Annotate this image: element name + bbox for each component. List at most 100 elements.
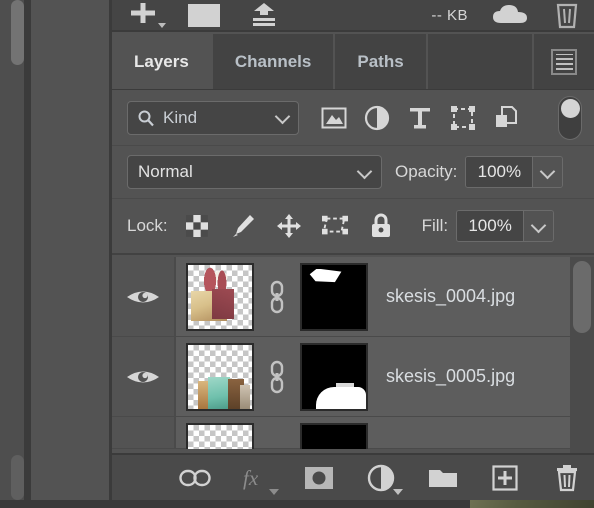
document-scrollbar-thumb[interactable] bbox=[11, 0, 24, 65]
filter-type-buttons bbox=[321, 105, 519, 131]
thumbnail-artwork-edge bbox=[240, 384, 250, 409]
eye-icon bbox=[127, 371, 159, 382]
layers-list[interactable]: skesis_0004.jpg skesis_0005.jpg bbox=[112, 257, 594, 453]
layer-mask-thumbnail[interactable] bbox=[300, 342, 368, 411]
layer-row-body[interactable]: skesis_0004.jpg bbox=[176, 257, 594, 336]
tab-paths[interactable]: Paths bbox=[335, 34, 428, 89]
mask-shape-highlight bbox=[336, 382, 354, 389]
mask-link-icon[interactable] bbox=[266, 357, 288, 397]
link-icon bbox=[179, 469, 211, 486]
lock-row: Lock: Fill: 100% bbox=[112, 199, 594, 255]
layer-thumbnail[interactable] bbox=[186, 262, 254, 331]
thumbnail-artwork-center bbox=[208, 376, 230, 409]
opacity-field[interactable]: 100% bbox=[465, 156, 564, 188]
layer-visibility-toggle[interactable] bbox=[112, 337, 176, 416]
layers-list-scrollbar-thumb[interactable] bbox=[573, 261, 591, 333]
blend-mode-value: Normal bbox=[138, 162, 193, 181]
library-swatch-button[interactable] bbox=[174, 0, 234, 31]
table-row[interactable]: skesis_0004.jpg bbox=[112, 257, 594, 337]
layer-name[interactable]: skesis_0004.jpg bbox=[380, 286, 515, 307]
tab-bar-filler bbox=[427, 34, 534, 89]
fill-slider-dropdown[interactable] bbox=[523, 211, 554, 241]
panel-menu-button[interactable] bbox=[534, 34, 594, 89]
svg-text:fx: fx bbox=[243, 466, 259, 490]
layer-row-body[interactable] bbox=[176, 417, 594, 449]
square-swatch-icon bbox=[188, 3, 220, 27]
cloud-icon bbox=[493, 5, 527, 23]
lock-position-icon[interactable] bbox=[276, 213, 302, 239]
lock-image-pixels-icon[interactable] bbox=[230, 213, 256, 239]
chevron-down-icon bbox=[393, 488, 403, 495]
toggle-knob bbox=[560, 98, 580, 118]
document-scrollbar-thumb-secondary[interactable] bbox=[11, 455, 24, 500]
fx-icon: fx bbox=[243, 466, 259, 490]
layers-list-scrollbar[interactable] bbox=[570, 257, 594, 453]
filter-type-layers-icon[interactable] bbox=[407, 105, 433, 131]
layer-name[interactable]: skesis_0005.jpg bbox=[380, 366, 515, 387]
upload-to-library-button[interactable] bbox=[234, 0, 294, 31]
filter-pixel-layers-icon[interactable] bbox=[321, 105, 347, 131]
layer-thumbnail[interactable] bbox=[186, 423, 254, 449]
new-group-button[interactable] bbox=[426, 461, 460, 495]
eye-icon bbox=[127, 291, 159, 302]
filter-shape-layers-icon[interactable] bbox=[450, 105, 476, 131]
library-delete-button[interactable] bbox=[540, 0, 594, 31]
fill-value[interactable]: 100% bbox=[457, 211, 524, 241]
layer-visibility-toggle[interactable] bbox=[112, 257, 176, 336]
layer-style-button[interactable]: fx bbox=[240, 461, 279, 495]
adjacent-empty-panel bbox=[31, 0, 109, 500]
plus-icon bbox=[131, 3, 155, 23]
delete-layer-button[interactable] bbox=[550, 461, 584, 495]
filter-adjustment-layers-icon[interactable] bbox=[364, 105, 390, 131]
folder-icon bbox=[429, 469, 457, 487]
layer-visibility-toggle[interactable] bbox=[112, 417, 176, 448]
blend-mode-select[interactable]: Normal bbox=[127, 155, 382, 189]
lock-transparent-pixels-icon[interactable] bbox=[184, 213, 210, 239]
table-row[interactable]: skesis_0005.jpg bbox=[112, 337, 594, 417]
mask-icon bbox=[305, 466, 333, 489]
opacity-label: Opacity: bbox=[395, 162, 458, 181]
fill-field[interactable]: 100% bbox=[456, 210, 555, 242]
adjustment-icon bbox=[367, 464, 395, 491]
layer-row-body[interactable]: skesis_0005.jpg bbox=[176, 337, 594, 416]
tab-layers[interactable]: Layers bbox=[112, 34, 213, 89]
new-adjustment-layer-button[interactable] bbox=[364, 461, 403, 495]
hamburger-menu-icon bbox=[551, 48, 577, 75]
libraries-mini-toolbar: -- KB bbox=[112, 0, 594, 32]
trash-icon bbox=[557, 464, 577, 491]
lock-label: Lock: bbox=[127, 216, 168, 235]
chevron-down-icon bbox=[158, 23, 166, 28]
mask-link-icon[interactable] bbox=[266, 277, 288, 317]
layers-panel-bottom-toolbar: fx bbox=[112, 453, 594, 500]
add-library-item-button[interactable] bbox=[112, 0, 174, 31]
thumbnail-artwork-side bbox=[212, 288, 234, 319]
filter-smart-object-layers-icon[interactable] bbox=[493, 105, 519, 131]
photoshop-layers-panel-screenshot: -- KB Layers Channels Paths Kind Normal … bbox=[0, 0, 594, 508]
chevron-down-icon bbox=[276, 111, 289, 124]
mask-shape bbox=[309, 268, 342, 283]
cloud-sync-button[interactable] bbox=[482, 0, 540, 31]
opacity-slider-dropdown[interactable] bbox=[532, 157, 563, 187]
link-layers-button[interactable] bbox=[178, 461, 212, 495]
panel-divider-left bbox=[24, 0, 31, 500]
lock-all-icon[interactable] bbox=[368, 213, 394, 239]
chevron-down-icon bbox=[358, 166, 371, 179]
document-scrollbar-track[interactable] bbox=[5, 0, 24, 500]
library-size-label: -- KB bbox=[431, 6, 468, 24]
add-layer-mask-button[interactable] bbox=[302, 461, 336, 495]
layer-thumbnail[interactable] bbox=[186, 342, 254, 411]
layer-mask-thumbnail[interactable] bbox=[300, 262, 368, 331]
lock-artboard-nesting-icon[interactable] bbox=[321, 213, 348, 239]
chevron-down-icon bbox=[541, 166, 554, 179]
opacity-value[interactable]: 100% bbox=[466, 157, 533, 187]
tab-channels[interactable]: Channels bbox=[212, 34, 336, 89]
trash-icon bbox=[556, 3, 578, 29]
layer-mask-thumbnail[interactable] bbox=[300, 423, 368, 449]
new-layer-button[interactable] bbox=[488, 461, 522, 495]
filter-enable-toggle[interactable] bbox=[558, 95, 582, 140]
filter-kind-label: Kind bbox=[163, 107, 198, 127]
chevron-down-icon bbox=[532, 220, 545, 233]
lock-buttons bbox=[184, 213, 394, 239]
filter-kind-select[interactable]: Kind bbox=[127, 100, 299, 135]
table-row[interactable] bbox=[112, 417, 594, 449]
